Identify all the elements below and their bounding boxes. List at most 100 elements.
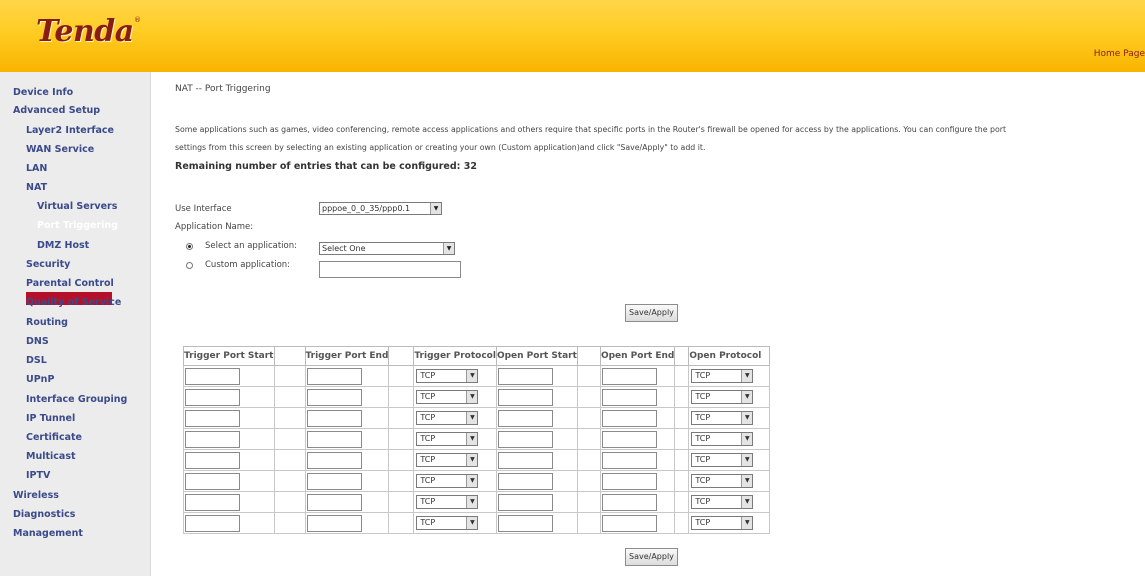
trigger-port-end-input[interactable] bbox=[306, 389, 362, 406]
trigger-port-start-input[interactable] bbox=[185, 452, 240, 469]
select-application-radio[interactable] bbox=[186, 243, 193, 250]
sidebar-item-quality-of-service[interactable]: Quality of Service bbox=[26, 297, 121, 308]
sidebar-item-certificate[interactable]: Certificate bbox=[26, 432, 82, 443]
trigger-protocol-select[interactable]: TCP ▼ bbox=[416, 411, 479, 425]
sidebar-item-security[interactable]: Security bbox=[26, 259, 70, 270]
open-port-end-input[interactable] bbox=[601, 494, 657, 511]
trigger-protocol-select-value: TCP bbox=[420, 371, 436, 380]
open-protocol-select[interactable]: TCP ▼ bbox=[691, 516, 754, 530]
trigger-port-end-input[interactable] bbox=[306, 410, 362, 427]
table-cell: TCP ▼ bbox=[413, 365, 497, 387]
sidebar-item-wan-service[interactable]: WAN Service bbox=[26, 144, 94, 155]
sidebar-item-dsl[interactable]: DSL bbox=[26, 355, 47, 366]
table-cell: TCP ▼ bbox=[413, 449, 497, 471]
open-protocol-select[interactable]: TCP ▼ bbox=[691, 453, 754, 467]
table-cell bbox=[495, 470, 578, 492]
use-interface-select[interactable]: pppoe_0_0_35/ppp0.1 ▼ bbox=[319, 202, 442, 215]
open-protocol-select-value: TCP bbox=[695, 413, 711, 422]
custom-application-input[interactable] bbox=[319, 261, 461, 278]
trigger-protocol-select[interactable]: TCP ▼ bbox=[416, 432, 479, 446]
trigger-protocol-select[interactable]: TCP ▼ bbox=[416, 453, 479, 467]
open-port-end-input[interactable] bbox=[601, 473, 657, 490]
sidebar-item-routing[interactable]: Routing bbox=[26, 317, 68, 328]
custom-application-radio[interactable] bbox=[186, 262, 193, 269]
open-protocol-select[interactable]: TCP ▼ bbox=[691, 411, 754, 425]
trigger-port-start-input[interactable] bbox=[185, 473, 240, 490]
open-port-start-input[interactable] bbox=[497, 473, 553, 490]
chevron-down-icon: ▼ bbox=[741, 391, 753, 403]
sidebar-item-port-triggering[interactable]: Port Triggering bbox=[37, 220, 118, 231]
table-row: TCP ▼ TCP ▼ bbox=[183, 407, 771, 429]
trigger-port-end-input[interactable] bbox=[306, 452, 362, 469]
chevron-down-icon: ▼ bbox=[741, 370, 753, 382]
sidebar-item-upnp[interactable]: UPnP bbox=[26, 374, 54, 385]
trigger-port-end-input[interactable] bbox=[306, 515, 362, 532]
sidebar-item-wireless[interactable]: Wireless bbox=[13, 490, 59, 501]
open-port-end-input[interactable] bbox=[601, 389, 657, 406]
open-protocol-select[interactable]: TCP ▼ bbox=[691, 369, 754, 383]
trigger-protocol-select[interactable]: TCP ▼ bbox=[416, 495, 479, 509]
trigger-port-start-input[interactable] bbox=[185, 431, 240, 448]
trigger-port-end-input[interactable] bbox=[306, 431, 362, 448]
table-cell bbox=[304, 428, 390, 450]
sidebar-item-layer2-interface[interactable]: Layer2 Interface bbox=[26, 125, 114, 136]
home-page-link[interactable]: Home Page bbox=[1094, 49, 1145, 59]
open-port-end-input[interactable] bbox=[601, 431, 657, 448]
trigger-port-end-input[interactable] bbox=[306, 473, 362, 490]
open-protocol-select[interactable]: TCP ▼ bbox=[691, 390, 754, 404]
open-port-end-input[interactable] bbox=[601, 410, 657, 427]
open-port-end-input[interactable] bbox=[601, 452, 657, 469]
sidebar-item-diagnostics[interactable]: Diagnostics bbox=[13, 509, 75, 520]
table-cell bbox=[576, 491, 601, 513]
save-apply-button-top[interactable]: Save/Apply bbox=[625, 304, 678, 322]
open-port-start-input[interactable] bbox=[497, 452, 553, 469]
open-port-start-input[interactable] bbox=[497, 515, 553, 532]
sidebar-item-virtual-servers[interactable]: Virtual Servers bbox=[37, 201, 117, 212]
sidebar-item-dmz-host[interactable]: DMZ Host bbox=[37, 240, 89, 251]
trigger-protocol-select[interactable]: TCP ▼ bbox=[416, 474, 479, 488]
open-port-start-input[interactable] bbox=[497, 494, 553, 511]
select-application-dropdown[interactable]: Select One ▼ bbox=[319, 242, 455, 255]
sidebar-item-nat[interactable]: NAT bbox=[26, 182, 47, 193]
sidebar-item-parental-control[interactable]: Parental Control bbox=[26, 278, 114, 289]
table-cell: TCP ▼ bbox=[688, 386, 771, 408]
open-protocol-select[interactable]: TCP ▼ bbox=[691, 474, 754, 488]
trigger-port-start-input[interactable] bbox=[185, 410, 240, 427]
table-row: TCP ▼ TCP ▼ bbox=[183, 428, 771, 450]
table-cell bbox=[576, 407, 601, 429]
trigger-port-start-input[interactable] bbox=[185, 389, 240, 406]
trigger-port-end-input[interactable] bbox=[306, 494, 362, 511]
trigger-port-start-input[interactable] bbox=[185, 494, 240, 511]
sidebar-item-device-info[interactable]: Device Info bbox=[13, 87, 73, 98]
chevron-down-icon: ▼ bbox=[741, 433, 753, 445]
chevron-down-icon: ▼ bbox=[466, 496, 478, 508]
sidebar-item-iptv[interactable]: IPTV bbox=[26, 470, 50, 481]
trigger-port-start-input[interactable] bbox=[185, 515, 240, 532]
trigger-protocol-select[interactable]: TCP ▼ bbox=[416, 390, 479, 404]
open-port-start-input[interactable] bbox=[497, 368, 553, 385]
trigger-protocol-select[interactable]: TCP ▼ bbox=[416, 369, 479, 383]
sidebar-item-management[interactable]: Management bbox=[13, 528, 83, 539]
open-port-start-input[interactable] bbox=[497, 389, 553, 406]
sidebar-item-lan[interactable]: LAN bbox=[26, 163, 47, 174]
trigger-protocol-select-value: TCP bbox=[420, 497, 436, 506]
open-port-end-input[interactable] bbox=[601, 368, 657, 385]
sidebar-item-ip-tunnel[interactable]: IP Tunnel bbox=[26, 413, 75, 424]
sidebar-item-dns[interactable]: DNS bbox=[26, 336, 49, 347]
open-port-start-input[interactable] bbox=[497, 410, 553, 427]
table-cell: TCP ▼ bbox=[688, 470, 771, 492]
sidebar-item-advanced-setup[interactable]: Advanced Setup bbox=[13, 105, 100, 116]
trigger-protocol-select[interactable]: TCP ▼ bbox=[416, 516, 479, 530]
open-port-end-input[interactable] bbox=[601, 515, 657, 532]
open-protocol-select[interactable]: TCP ▼ bbox=[691, 432, 754, 446]
remaining-entries-text: Remaining number of entries that can be … bbox=[175, 161, 477, 172]
trigger-port-start-input[interactable] bbox=[185, 368, 240, 385]
table-cell bbox=[273, 428, 306, 450]
table-cell bbox=[674, 470, 690, 492]
save-apply-button-bottom[interactable]: Save/Apply bbox=[625, 548, 678, 566]
open-port-start-input[interactable] bbox=[497, 431, 553, 448]
sidebar-item-interface-grouping[interactable]: Interface Grouping bbox=[26, 394, 127, 405]
trigger-port-end-input[interactable] bbox=[306, 368, 362, 385]
open-protocol-select[interactable]: TCP ▼ bbox=[691, 495, 754, 509]
sidebar-item-multicast[interactable]: Multicast bbox=[26, 451, 76, 462]
